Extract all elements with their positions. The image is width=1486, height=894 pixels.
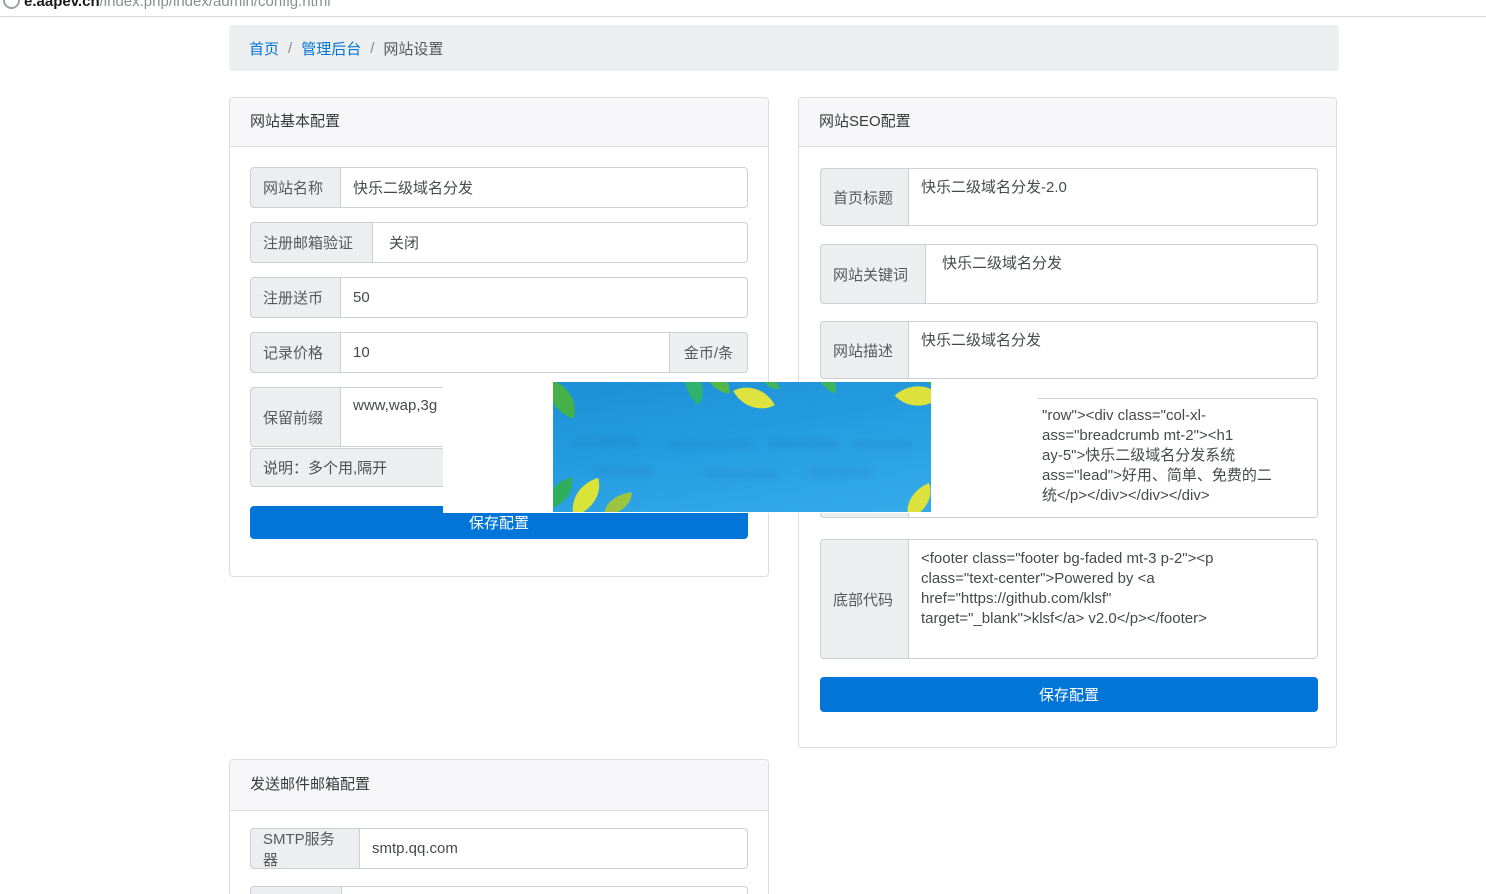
- leaf-decoration: [704, 382, 733, 394]
- keywords-label: 网站关键词: [820, 244, 926, 304]
- site-name-input[interactable]: [341, 168, 747, 207]
- banner-smudge: [703, 470, 778, 479]
- footer-code-label: 底部代码: [820, 539, 909, 659]
- home-title-label: 首页标题: [820, 168, 909, 226]
- breadcrumb-separator: /: [288, 40, 292, 57]
- email-verify-row: 注册邮箱验证: [250, 222, 748, 263]
- banner-smudge: [668, 440, 753, 449]
- banner-smudge: [593, 467, 653, 476]
- record-price-label: 记录价格: [250, 332, 341, 373]
- breadcrumb: 首页 / 管理后台 / 网站设置: [229, 25, 1339, 71]
- browser-url-bar[interactable]: e.aapev.cn/index.php/index/admin/config.…: [0, 0, 1486, 16]
- keywords-row: 网站关键词 快乐二级域名分发: [820, 244, 1318, 304]
- email-verify-label: 注册邮箱验证: [250, 222, 373, 263]
- breadcrumb-current: 网站设置: [383, 38, 443, 59]
- breadcrumb-separator: /: [370, 40, 374, 57]
- seo-config-card-title: 网站SEO配置: [799, 98, 1336, 147]
- breadcrumb-admin-link[interactable]: 管理后台: [301, 38, 361, 59]
- record-price-row: 记录价格 金币/条: [250, 332, 748, 373]
- seo-save-button[interactable]: 保存配置: [820, 677, 1318, 712]
- footer-code-row: 底部代码 <footer class="footer bg-faded mt-3…: [820, 539, 1318, 659]
- smtp-server-row: SMTP服务器: [250, 828, 748, 869]
- site-name-label: 网站名称: [250, 167, 341, 208]
- leaf-decoration: [895, 382, 931, 419]
- description-row: 网站描述 快乐二级域名分发: [820, 321, 1318, 379]
- description-label: 网站描述: [820, 321, 909, 379]
- mail-config-card-title: 发送邮件邮箱配置: [230, 760, 768, 811]
- leaf-decoration: [553, 382, 583, 419]
- leaf-decoration: [675, 382, 713, 405]
- url-host: e.aapev.cn: [24, 0, 100, 10]
- admin-config-page: e.aapev.cn/index.php/index/admin/config.…: [0, 0, 1486, 894]
- record-price-input[interactable]: [341, 333, 669, 372]
- site-info-icon[interactable]: [3, 0, 20, 9]
- banner-smudge: [768, 439, 838, 448]
- keywords-textarea[interactable]: 快乐二级域名分发: [926, 244, 1318, 304]
- banner-smudge: [853, 440, 913, 449]
- smtp-next-row: [250, 886, 748, 894]
- breadcrumb-home-link[interactable]: 首页: [249, 38, 279, 59]
- reserved-prefix-label: 保留前缀: [250, 387, 341, 447]
- url-text[interactable]: e.aapev.cn/index.php/index/admin/config.…: [24, 0, 331, 10]
- footer-code-textarea[interactable]: <footer class="footer bg-faded mt-3 p-2"…: [909, 539, 1318, 659]
- banner-preview-image: [553, 382, 931, 512]
- smtp-server-label: SMTP服务器: [250, 828, 360, 869]
- site-name-row: 网站名称: [250, 167, 748, 208]
- url-bar-divider: [0, 16, 1486, 17]
- url-path: /index.php/index/admin/config.html: [100, 0, 331, 10]
- leaf-decoration: [899, 483, 931, 512]
- mail-config-card: 发送邮件邮箱配置 SMTP服务器: [229, 759, 769, 894]
- register-coins-label: 注册送币: [250, 277, 341, 318]
- smtp-next-label: [250, 886, 342, 894]
- banner-smudge: [571, 438, 641, 447]
- register-coins-input[interactable]: [341, 278, 747, 317]
- keywords-value: 快乐二级域名分发: [926, 245, 1317, 283]
- home-title-value: 快乐二级域名分发-2.0: [909, 169, 1317, 207]
- description-value: 快乐二级域名分发: [909, 322, 1317, 360]
- description-textarea[interactable]: 快乐二级域名分发: [909, 321, 1318, 379]
- smtp-server-input[interactable]: [360, 829, 747, 868]
- record-price-unit: 金币/条: [669, 332, 748, 373]
- leaf-decoration: [764, 382, 780, 391]
- leaf-decoration: [813, 382, 842, 394]
- home-title-textarea[interactable]: 快乐二级域名分发-2.0: [909, 168, 1318, 226]
- register-coins-row: 注册送币: [250, 277, 748, 318]
- leaf-decoration: [602, 492, 634, 512]
- footer-code-value: <footer class="footer bg-faded mt-3 p-2"…: [909, 540, 1317, 638]
- banner-smudge: [808, 468, 873, 477]
- basic-config-card-title: 网站基本配置: [230, 98, 768, 147]
- leaf-decoration: [733, 382, 775, 419]
- home-title-row: 首页标题 快乐二级域名分发-2.0: [820, 168, 1318, 226]
- smtp-next-input[interactable]: [342, 887, 747, 894]
- email-verify-input[interactable]: [373, 223, 747, 262]
